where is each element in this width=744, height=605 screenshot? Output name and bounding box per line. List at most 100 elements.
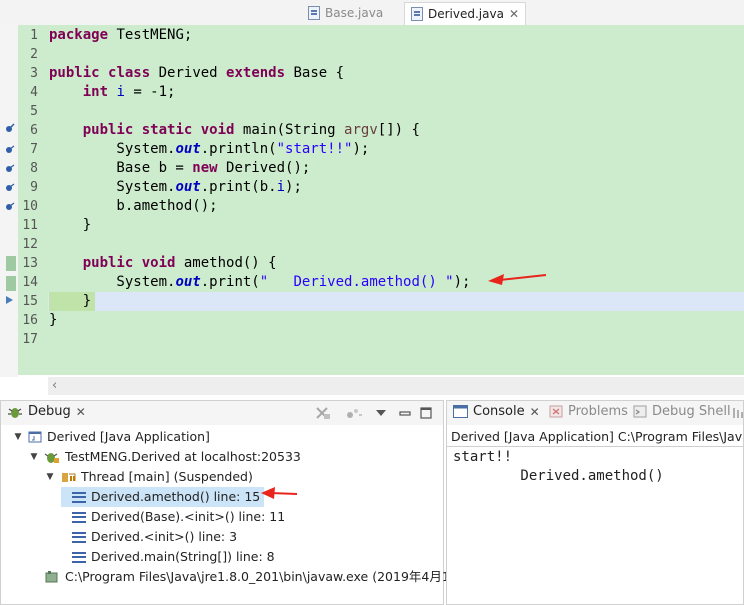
code-text: b.amethod(); — [49, 197, 218, 216]
tree-item-label: Derived [Java Application] — [47, 429, 210, 444]
code-token: public — [82, 255, 134, 271]
close-icon[interactable]: ✕ — [76, 405, 86, 419]
thread-suspended-icon — [60, 470, 76, 484]
change-marker-icon — [6, 276, 16, 291]
maximize-icon[interactable] — [419, 406, 433, 420]
skip-breakpoints-icon[interactable] — [345, 406, 363, 420]
code-text-area[interactable]: 1 package TestMENG; 2 3 public class Derived… — [18, 25, 744, 375]
code-token: argv — [344, 122, 378, 138]
code-line[interactable]: 6 public static void main(String argv[])… — [18, 121, 718, 140]
code-token: b.amethod(); — [49, 198, 218, 214]
debug-tree-item[interactable]: Derived.amethod() line: 15 — [61, 487, 265, 507]
instruction-pointer-icon — [6, 296, 13, 304]
tab-label: Derived.java — [428, 7, 504, 21]
code-line[interactable]: 4 int i = -1; — [18, 83, 718, 102]
breakpoint-icon[interactable] — [5, 201, 15, 211]
breakpoint-icon[interactable] — [5, 144, 15, 154]
method-entry-breakpoint-icon[interactable] — [5, 123, 15, 133]
minimize-icon[interactable] — [398, 406, 412, 420]
code-line[interactable]: 14 System.out.print(" Derived.amethod() … — [18, 273, 718, 292]
scroll-left-arrow-icon[interactable]: ‹ — [52, 378, 57, 393]
annotation-arrow-icon — [488, 274, 547, 285]
expand-arrow-icon[interactable]: ▼ — [29, 447, 39, 467]
console-view: Console ✕ Problems Debug Shell Derived [… — [446, 400, 744, 605]
tab-label: Problems — [568, 404, 628, 419]
code-text: System.out.print(" Derived.amethod() "); — [49, 273, 470, 292]
tab-debug[interactable]: Debug ✕ — [7, 404, 86, 419]
debug-tree-item[interactable]: ▼ TestMENG.Derived at localhost:20533 — [29, 447, 301, 467]
code-line[interactable]: 16} — [18, 311, 718, 330]
remove-all-terminated-icon[interactable] — [315, 406, 331, 420]
debug-tree-item[interactable]: Derived.main(String[]) line: 8 — [61, 547, 275, 567]
code-editor[interactable]: 1 package TestMENG; 2 3 public class Derived… — [0, 25, 744, 395]
line-number: 11 — [22, 218, 38, 233]
code-text: } — [49, 216, 91, 235]
console-output-line: Derived.amethod() — [453, 468, 664, 484]
code-token: } — [49, 217, 92, 233]
code-token: main(String — [234, 122, 345, 138]
horizontal-scrollbar[interactable]: ‹ — [48, 377, 744, 395]
code-line[interactable]: 9 System.out.print(b.i); — [18, 178, 718, 197]
code-line[interactable]: 11 } — [18, 216, 718, 235]
code-line[interactable]: 1 package TestMENG; — [18, 26, 718, 45]
code-line[interactable]: 17 — [18, 330, 718, 349]
debug-tree-item[interactable]: ▼ Thread [main] (Suspended) — [45, 467, 253, 487]
code-line[interactable]: 3 public class Derived extends Base { — [18, 64, 718, 83]
code-line[interactable]: 12 — [18, 235, 718, 254]
code-token: void — [200, 122, 235, 138]
code-token: i — [276, 179, 286, 195]
code-token: ); — [285, 179, 302, 195]
code-line[interactable]: 15 } — [18, 292, 718, 311]
code-line[interactable]: 5 — [18, 102, 718, 121]
code-text: System.out.println("start!!"); — [49, 140, 369, 159]
breakpoint-icon[interactable] — [5, 182, 15, 192]
tree-item-label: Derived.main(String[]) line: 8 — [91, 549, 275, 564]
code-token: extends — [226, 65, 286, 81]
tab-console[interactable]: Console ✕ — [453, 404, 540, 419]
view-menu-icon[interactable] — [375, 408, 387, 418]
code-token: int — [82, 84, 109, 100]
tab-base-java[interactable]: Base.java — [302, 2, 389, 24]
code-line[interactable]: 7 System.out.println("start!!"); — [18, 140, 718, 159]
debug-tree-item[interactable]: Derived(Base).<init>() line: 11 — [61, 507, 285, 527]
tab-label: Debug Shell — [652, 404, 731, 419]
expand-arrow-icon[interactable]: ▼ — [45, 467, 55, 487]
code-token: ); — [352, 141, 370, 157]
code-line[interactable]: 2 — [18, 45, 718, 64]
code-token: Derived — [150, 65, 227, 81]
console-output-line: start!! — [453, 449, 513, 465]
breakpoint-icon[interactable] — [5, 163, 15, 173]
line-number: 13 — [22, 256, 38, 271]
debug-tree-item[interactable]: ▼ Derived [Java Application] — [13, 427, 210, 447]
tree-item-label: Derived.<init>() line: 3 — [91, 529, 238, 544]
display-icon[interactable] — [731, 406, 744, 420]
code-token: TestMENG; — [108, 27, 193, 43]
close-icon[interactable]: ✕ — [530, 405, 540, 419]
expand-arrow-icon[interactable]: ▼ — [13, 427, 23, 447]
close-icon[interactable]: ✕ — [509, 7, 519, 21]
debug-tree-item[interactable]: Derived.<init>() line: 3 — [61, 527, 237, 547]
debug-view-header: Debug ✕ — [1, 401, 443, 425]
code-line[interactable]: 13 public void amethod() { — [18, 254, 718, 273]
code-text: public class Derived extends Base { — [49, 64, 344, 83]
debug-tree-item[interactable]: C:\Program Files\Java\jre1.8.0_201\bin\j… — [29, 567, 470, 587]
code-token: i — [116, 84, 125, 100]
code-line[interactable]: 10 b.amethod(); — [18, 197, 718, 216]
java-app-icon — [28, 430, 42, 444]
code-text: } — [49, 292, 91, 311]
editor-annotation-ruler — [0, 25, 18, 377]
tab-problems[interactable]: Problems — [549, 404, 628, 419]
stack-frame-icon — [72, 511, 86, 523]
console-icon — [453, 405, 468, 418]
divider — [447, 446, 743, 447]
tab-debug-shell[interactable]: Debug Shell — [633, 404, 731, 419]
stack-frame-icon — [72, 551, 86, 563]
tab-label: Debug — [28, 404, 71, 419]
debug-shell-icon — [633, 405, 647, 418]
tab-derived-java[interactable]: Derived.java ✕ — [404, 2, 527, 25]
code-line[interactable]: 8 Base b = new Derived(); — [18, 159, 718, 178]
